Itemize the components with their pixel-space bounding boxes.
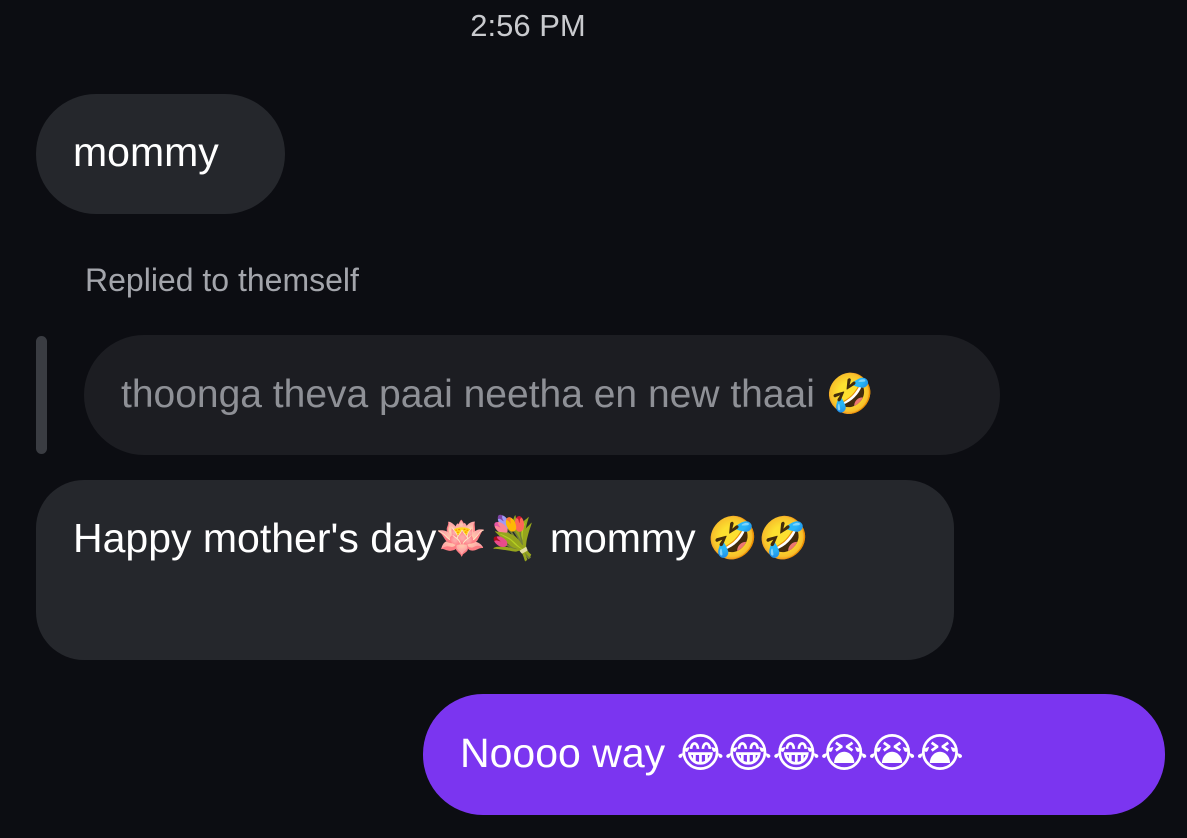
reply-context-label: Replied to themself [85, 262, 359, 298]
quoted-message-bubble[interactable]: thoonga theva paai neetha en new thaai 🤣 [84, 335, 1000, 455]
reply-indicator-bar [36, 336, 47, 454]
incoming-reply-message-bubble[interactable]: Happy mother's day🪷💐 mommy 🤣🤣 [36, 480, 954, 660]
outgoing-message-bubble[interactable]: Noooo way 😂😂😂😭😭😭 [423, 694, 1165, 815]
incoming-message-bubble[interactable]: mommy [36, 94, 285, 214]
message-timestamp: 2:56 PM [470, 8, 586, 43]
